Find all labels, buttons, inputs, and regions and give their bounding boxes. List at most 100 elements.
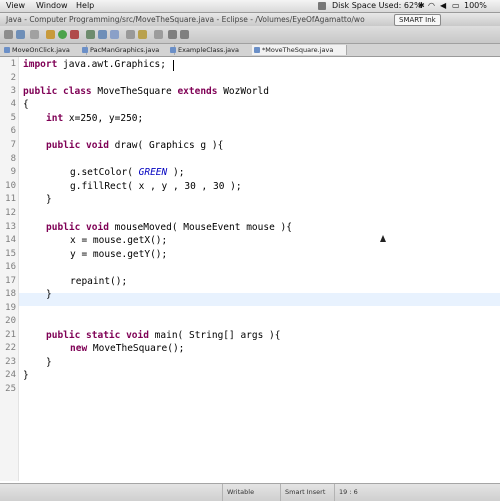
annotation-icon[interactable] <box>154 30 163 39</box>
line-number: 18 <box>5 289 16 299</box>
battery-percent: 100% <box>464 1 487 10</box>
new-class-icon[interactable] <box>110 30 119 39</box>
wifi-icon[interactable]: ◠ <box>428 0 435 12</box>
tab-label: *MoveTheSquare.java <box>262 46 334 54</box>
code-keyword: public class <box>23 86 92 97</box>
line-number: 20 <box>5 316 16 326</box>
code-line: } <box>46 357 52 368</box>
code-keyword: new <box>70 343 88 354</box>
debug-icon[interactable] <box>46 30 55 39</box>
code-keyword: extends <box>177 86 218 97</box>
code-line: g.fillRect( x , y , 30 , 30 ); <box>70 181 242 192</box>
code-line: public static void main( String[] args )… <box>46 330 281 341</box>
line-number: 22 <box>5 343 16 353</box>
line-number: 21 <box>5 330 16 340</box>
forward-icon[interactable] <box>180 30 189 39</box>
new-package-icon[interactable] <box>98 30 107 39</box>
menu-window[interactable]: Window <box>36 0 68 12</box>
tab-movethesquare[interactable]: *MoveTheSquare.java <box>252 45 347 55</box>
editor-tabs: MoveOnClick.java PacManGraphics.java Exa… <box>0 44 500 57</box>
line-number: 1 <box>10 59 16 69</box>
search-icon[interactable] <box>138 30 147 39</box>
code-text: x=250, y=250; <box>63 113 144 124</box>
code-line: repaint(); <box>70 276 128 287</box>
code-text: g.setColor( <box>70 167 139 178</box>
code-line: public class MoveTheSquare extends WozWo… <box>23 86 269 97</box>
line-number: 16 <box>5 262 16 272</box>
back-icon[interactable] <box>168 30 177 39</box>
code-text: java.awt.Graphics; <box>57 59 166 70</box>
line-number: 23 <box>5 357 16 367</box>
code-line: import java.awt.Graphics; <box>23 59 166 70</box>
tab-exampleclass[interactable]: ExampleClass.java <box>168 45 259 55</box>
line-number: 15 <box>5 249 16 259</box>
menu-view[interactable]: View <box>6 0 25 12</box>
code-line: { <box>23 99 29 110</box>
print-icon[interactable] <box>30 30 39 39</box>
line-number: 11 <box>5 194 16 204</box>
code-text: mouseMoved( MouseEvent mouse ){ <box>108 222 292 233</box>
code-line: public void draw( Graphics g ){ <box>46 140 223 151</box>
code-text: ); <box>167 167 185 178</box>
code-line: y = mouse.getY(); <box>70 249 168 260</box>
cursor-position-status: 19 : 6 <box>334 484 389 501</box>
line-number: 19 <box>5 303 16 313</box>
open-type-icon[interactable] <box>126 30 135 39</box>
smart-ink-button[interactable]: SMART Ink <box>394 14 441 26</box>
code-text: MoveTheSquare(); <box>87 343 185 354</box>
line-number-gutter: 1 2 3 4 5 6 7 8 9 10 11 12 13 14 15 16 1… <box>0 57 19 481</box>
code-text: WozWorld <box>217 86 269 97</box>
line-number: 4 <box>10 99 16 109</box>
new-icon[interactable] <box>4 30 13 39</box>
bluetooth-icon[interactable]: ✱ <box>418 0 425 12</box>
tab-label: ExampleClass.java <box>178 46 239 54</box>
volume-icon[interactable]: ◀ <box>440 0 446 12</box>
code-text: main( String[] args ){ <box>148 330 281 341</box>
writable-status: Writable <box>222 484 277 501</box>
tab-pacmangraphics[interactable]: PacManGraphics.java <box>80 45 175 55</box>
disk-space-status[interactable]: Disk Space Used: 62% <box>332 0 422 12</box>
code-keyword: public void <box>46 140 109 151</box>
menu-bar: View Window Help Disk Space Used: 62% ✱ … <box>0 0 500 13</box>
line-number: 10 <box>5 181 16 191</box>
code-keyword: public void <box>46 222 109 233</box>
code-line: } <box>46 194 52 205</box>
line-number: 25 <box>5 384 16 394</box>
text-caret <box>173 60 174 71</box>
line-number: 3 <box>10 86 16 96</box>
code-line: g.setColor( GREEN ); <box>70 167 184 178</box>
insert-mode-status: Smart Insert <box>280 484 335 501</box>
current-line-highlight <box>19 293 500 306</box>
tab-label: PacManGraphics.java <box>90 46 160 54</box>
code-constant: GREEN <box>138 167 168 178</box>
run-icon[interactable] <box>58 30 67 39</box>
code-line: } <box>23 370 29 381</box>
line-number: 7 <box>10 140 16 150</box>
menu-help[interactable]: Help <box>76 0 94 12</box>
save-icon[interactable] <box>16 30 25 39</box>
battery-icon[interactable]: ▭ <box>452 0 460 12</box>
line-number: 12 <box>5 208 16 218</box>
new-java-project-icon[interactable] <box>86 30 95 39</box>
line-number: 2 <box>10 73 16 83</box>
java-file-icon <box>254 47 260 53</box>
code-text: draw( Graphics g ){ <box>108 140 224 151</box>
java-file-icon <box>4 47 10 53</box>
code-line: new MoveTheSquare(); <box>70 343 184 354</box>
tab-moveonclick[interactable]: MoveOnClick.java <box>2 45 87 55</box>
code-keyword: int <box>46 113 64 124</box>
code-line: } <box>46 289 52 300</box>
external-tools-icon[interactable] <box>70 30 79 39</box>
line-number: 17 <box>5 276 16 286</box>
line-number: 8 <box>10 154 16 164</box>
toolbar <box>0 26 500 44</box>
monitor-icon[interactable] <box>318 2 326 10</box>
code-line: x = mouse.getX(); <box>70 235 168 246</box>
code-line: public void mouseMoved( MouseEvent mouse… <box>46 222 292 233</box>
window-title: Java - Computer Programming/src/MoveTheS… <box>6 15 365 24</box>
line-number: 9 <box>10 167 16 177</box>
status-bar: Writable Smart Insert 19 : 6 <box>0 483 500 501</box>
line-number: 5 <box>10 113 16 123</box>
java-file-icon <box>170 47 176 53</box>
code-editor[interactable]: 1 2 3 4 5 6 7 8 9 10 11 12 13 14 15 16 1… <box>0 57 500 481</box>
